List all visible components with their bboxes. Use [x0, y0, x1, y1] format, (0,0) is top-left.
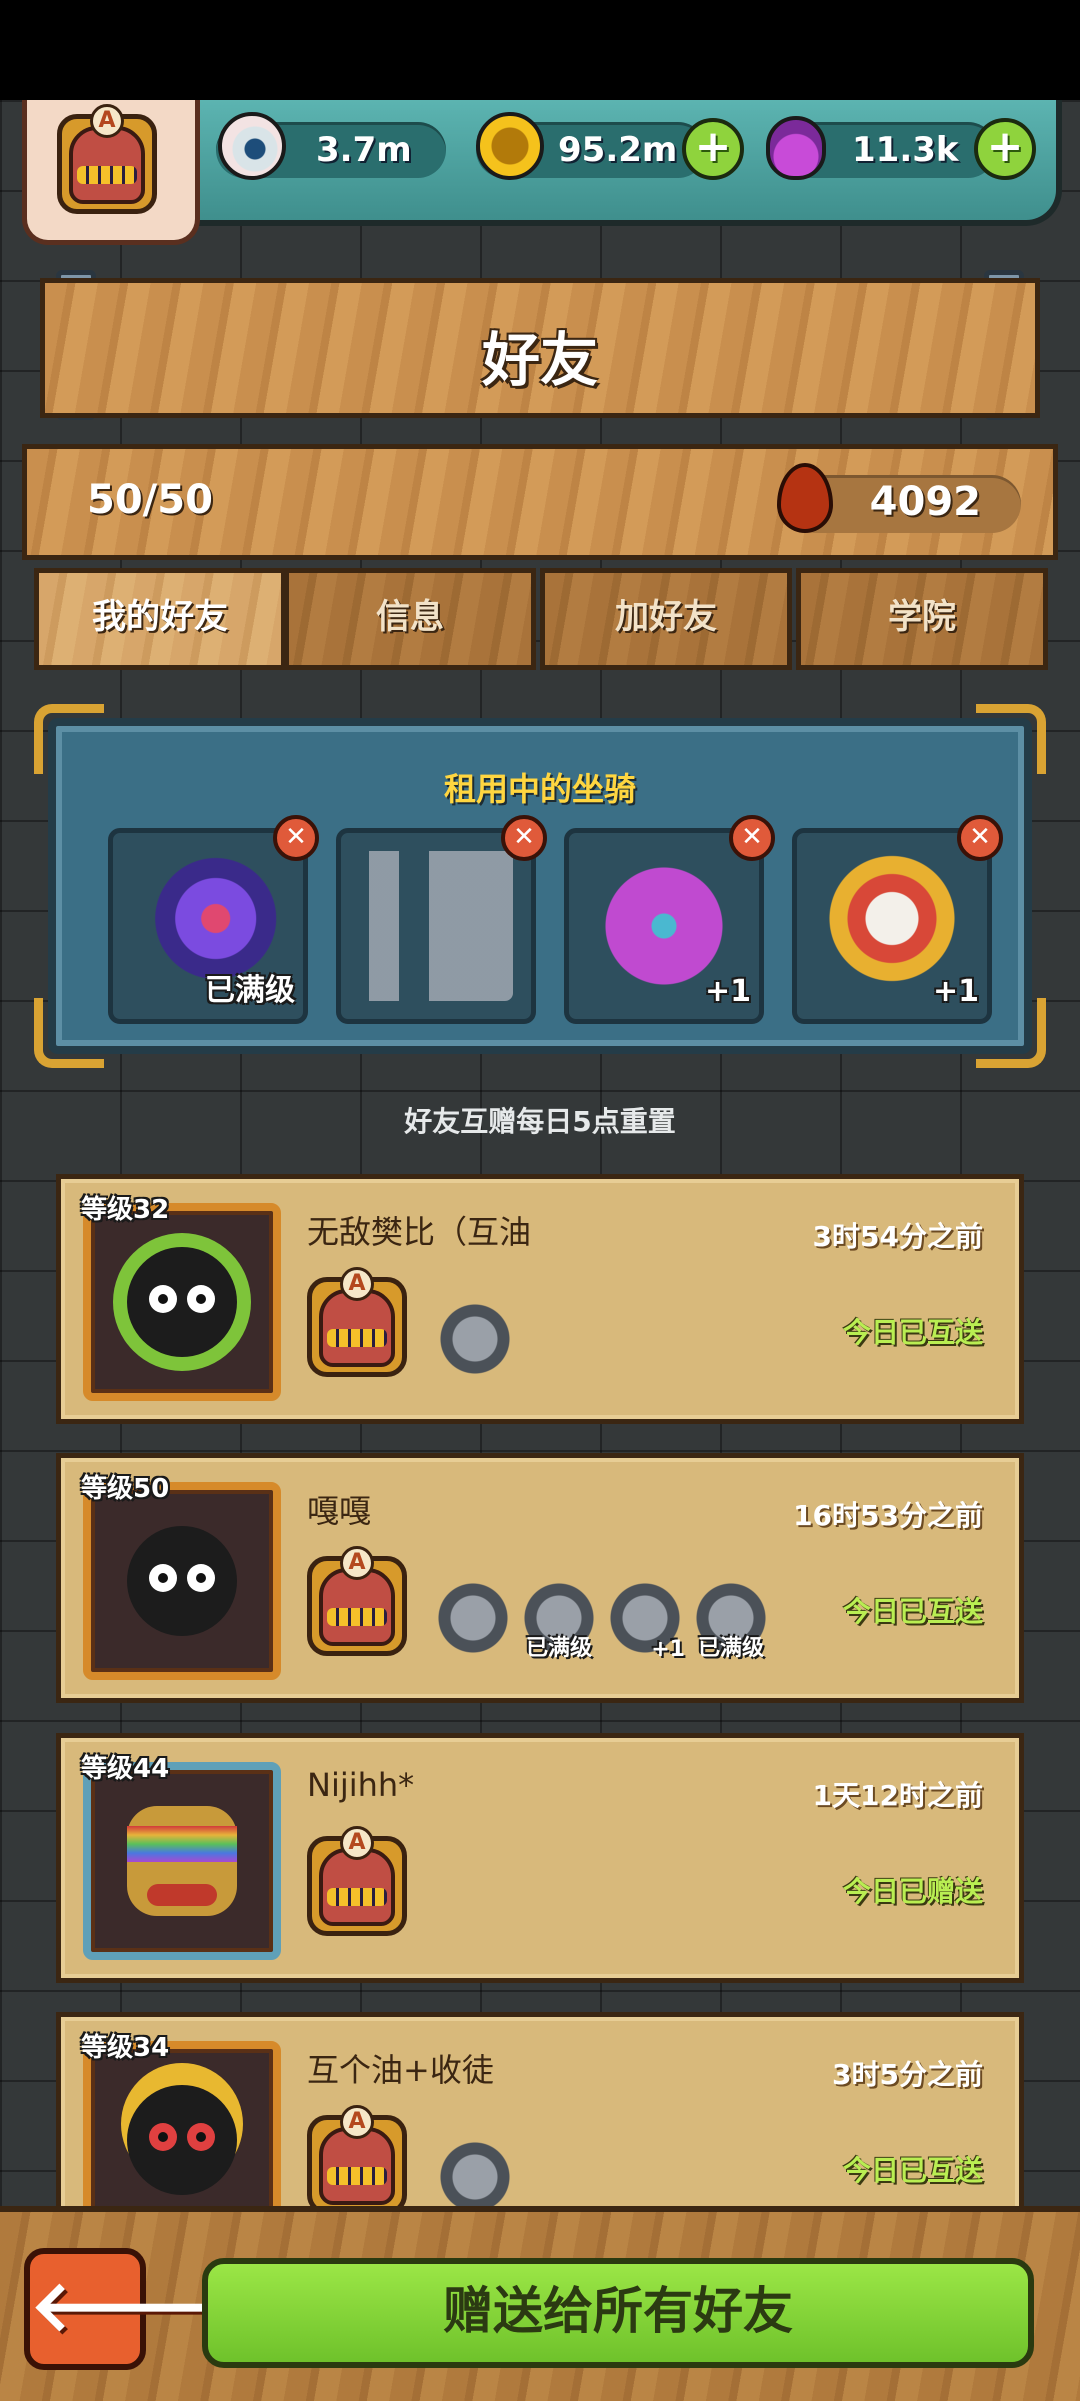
last-online: 1天12时之前 [812, 1779, 983, 1812]
mount-slot[interactable]: ✕ [336, 815, 547, 1024]
friend-portrait [83, 1203, 281, 1401]
rented-mounts-panel: 租用中的坐骑 ✕ 已满级 ✕ ✕ +1 ✕ +1 [34, 704, 1046, 1068]
friend-level: 等级34 [81, 2033, 170, 2063]
friend-mount-icon [435, 2137, 515, 2217]
coins-value: 95.2m [558, 130, 678, 170]
friend-level: 等级50 [81, 1474, 170, 1504]
back-button[interactable]: 🡐 [24, 2248, 218, 2370]
player-rank-badge: A [57, 104, 157, 214]
rank-badge: A [307, 1546, 407, 1656]
mount-slot[interactable]: ✕ +1 [792, 815, 1003, 1024]
player-avatar[interactable]: A [22, 100, 200, 245]
reset-notice: 好友互赠每日5点重置 [404, 1105, 676, 1138]
mount-tag: +1 [932, 974, 979, 1009]
friend-card[interactable]: 等级32 无敌樊比（互油 3时54分之前 今日已互送 A [56, 1174, 1024, 1424]
close-icon[interactable]: ✕ [501, 815, 547, 861]
friend-portrait [83, 1762, 281, 1960]
tab-add-friend[interactable]: 加好友 [540, 568, 792, 670]
machine-mount-icon [359, 851, 513, 1001]
friend-count: 50/50 [87, 477, 213, 523]
blood-points-pill: 4092 [777, 463, 1021, 533]
mount-tag: +1 [704, 974, 751, 1009]
last-online: 3时5分之前 [832, 2058, 983, 2091]
gift-status: 今日已赠送 [842, 1875, 983, 1908]
friend-mount-icon: 已满级 [519, 1578, 599, 1661]
last-online: 3时54分之前 [812, 1220, 983, 1253]
status-bar [0, 0, 1080, 100]
blood-points-value: 4092 [869, 479, 981, 525]
page-title: 好友 [481, 326, 598, 394]
friend-mount-icon: 已满级 [691, 1578, 771, 1661]
friend-name: 嘎嘎 [307, 1492, 372, 1530]
close-icon[interactable]: ✕ [729, 815, 775, 861]
friend-name: 互个油+收徒 [307, 2051, 494, 2089]
rank-badge: A [307, 2105, 407, 2215]
eyes-value: 3.7m [316, 130, 412, 170]
coin-icon [476, 112, 544, 180]
mount-tag: 已满级 [205, 973, 295, 1008]
add-potions-button[interactable]: + [974, 118, 1036, 180]
friend-name: Nijihh* [307, 1766, 415, 1804]
close-icon[interactable]: ✕ [273, 815, 319, 861]
gift-status: 今日已互送 [842, 2154, 983, 2187]
eyeball-icon [218, 112, 286, 180]
blood-drop-icon [777, 463, 833, 533]
title-plank: 好友 [40, 278, 1040, 418]
friend-card[interactable]: 等级50 嘎嘎 16时53分之前 今日已互送 A 已满级 +1 已满级 [56, 1453, 1024, 1703]
friend-card[interactable]: 等级44 Nijihh* 1天12时之前 今日已赠送 A [56, 1733, 1024, 1983]
send-to-all-friends-button[interactable]: 赠送给所有好友 [202, 2258, 1034, 2368]
potions-value: 11.3k [852, 130, 959, 170]
gift-status: 今日已互送 [842, 1316, 983, 1349]
rank-badge: A [307, 1267, 407, 1377]
friend-portrait [83, 1482, 281, 1680]
tab-messages[interactable]: 信息 [284, 568, 536, 670]
rented-mounts-title: 租用中的坐骑 [443, 770, 636, 808]
friend-mount-icon [435, 1299, 515, 1379]
friend-stats-plank: 50/50 4092 [22, 444, 1058, 560]
rank-badge: A [307, 1826, 407, 1936]
rank-letter: A [90, 104, 124, 138]
potion-icon [766, 116, 826, 180]
friend-level: 等级32 [81, 1195, 170, 1225]
tab-academy[interactable]: 学院 [796, 568, 1048, 670]
friend-mount-icon: +1 [605, 1578, 685, 1662]
mount-slot[interactable]: ✕ +1 [564, 815, 775, 1024]
gift-status: 今日已互送 [842, 1595, 983, 1628]
add-coins-button[interactable]: + [682, 118, 744, 180]
tab-my-friends[interactable]: 我的好友 [34, 568, 286, 670]
friend-mount-icon [433, 1578, 513, 1658]
last-online: 16时53分之前 [793, 1499, 983, 1532]
mount-slot[interactable]: ✕ 已满级 [108, 815, 319, 1024]
close-icon[interactable]: ✕ [957, 815, 1003, 861]
friend-name: 无敌樊比（互油 [307, 1213, 532, 1251]
resource-bar: 3.7m 95.2m + 11.3k + [150, 100, 1062, 226]
friend-level: 等级44 [81, 1754, 170, 1784]
